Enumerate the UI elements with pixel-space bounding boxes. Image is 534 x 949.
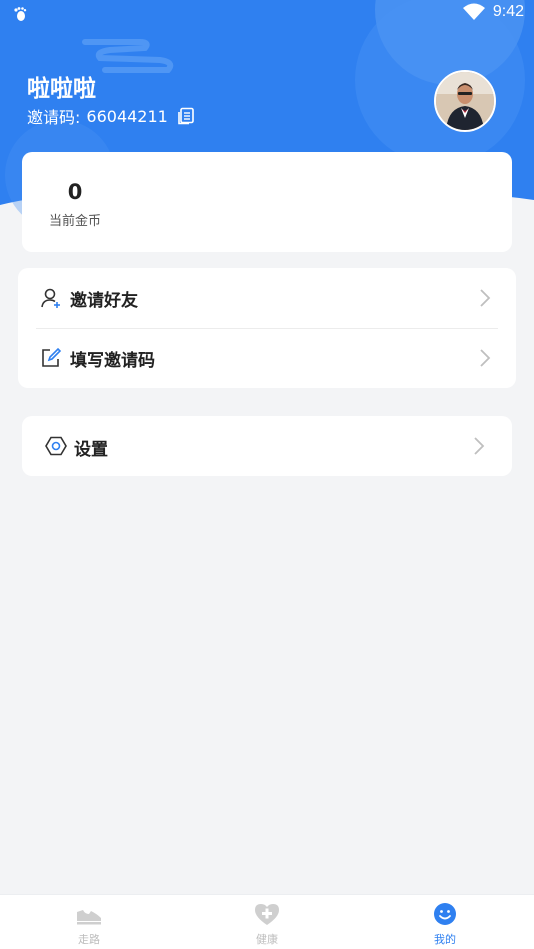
copy-icon[interactable] <box>177 107 195 125</box>
menu-item-invite-friends[interactable]: 邀请好友 <box>18 268 516 328</box>
heart-plus-icon <box>255 904 279 925</box>
invite-code-value: 66044211 <box>86 106 168 126</box>
bottom-tab-bar: 走路 健康 我的 <box>0 894 534 949</box>
coin-card[interactable]: 0 当前金币 <box>22 152 512 252</box>
hexagon-settings-icon <box>45 436 67 456</box>
status-bar: 9:42 <box>0 0 534 28</box>
coin-label: 当前金币 <box>48 214 101 229</box>
tab-label: 走路 <box>78 933 100 946</box>
menu-card: 邀请好友 填写邀请码 <box>18 268 516 388</box>
settings-item[interactable]: 设置 <box>22 416 512 476</box>
tab-label: 我的 <box>434 933 456 946</box>
add-user-icon <box>41 288 60 308</box>
tab-health[interactable]: 健康 <box>178 895 356 949</box>
invite-code-label: 邀请码: <box>27 108 81 127</box>
menu-item-label: 填写邀请码 <box>70 350 155 371</box>
footprint-icon <box>14 7 27 21</box>
smile-icon <box>434 903 456 925</box>
tab-mine[interactable]: 我的 <box>356 895 534 949</box>
coin-value: 0 <box>67 180 83 204</box>
invite-code-row: 邀请码: 66044211 <box>27 104 195 128</box>
tab-label: 健康 <box>256 933 278 946</box>
chevron-right-icon <box>474 437 485 455</box>
menu-item-enter-invite-code[interactable]: 填写邀请码 <box>18 328 516 388</box>
shoe-icon <box>77 910 101 925</box>
status-time: 9:42 <box>492 3 524 20</box>
avatar[interactable] <box>434 70 496 132</box>
edit-icon <box>42 347 62 367</box>
username: 啦啦啦 <box>27 76 96 102</box>
chevron-right-icon <box>480 289 491 307</box>
avatar-image <box>436 72 494 130</box>
menu-item-label: 邀请好友 <box>70 290 138 311</box>
chevron-right-icon <box>480 349 491 367</box>
settings-label: 设置 <box>74 440 108 460</box>
wifi-icon <box>462 3 485 20</box>
tab-walk[interactable]: 走路 <box>0 895 178 949</box>
